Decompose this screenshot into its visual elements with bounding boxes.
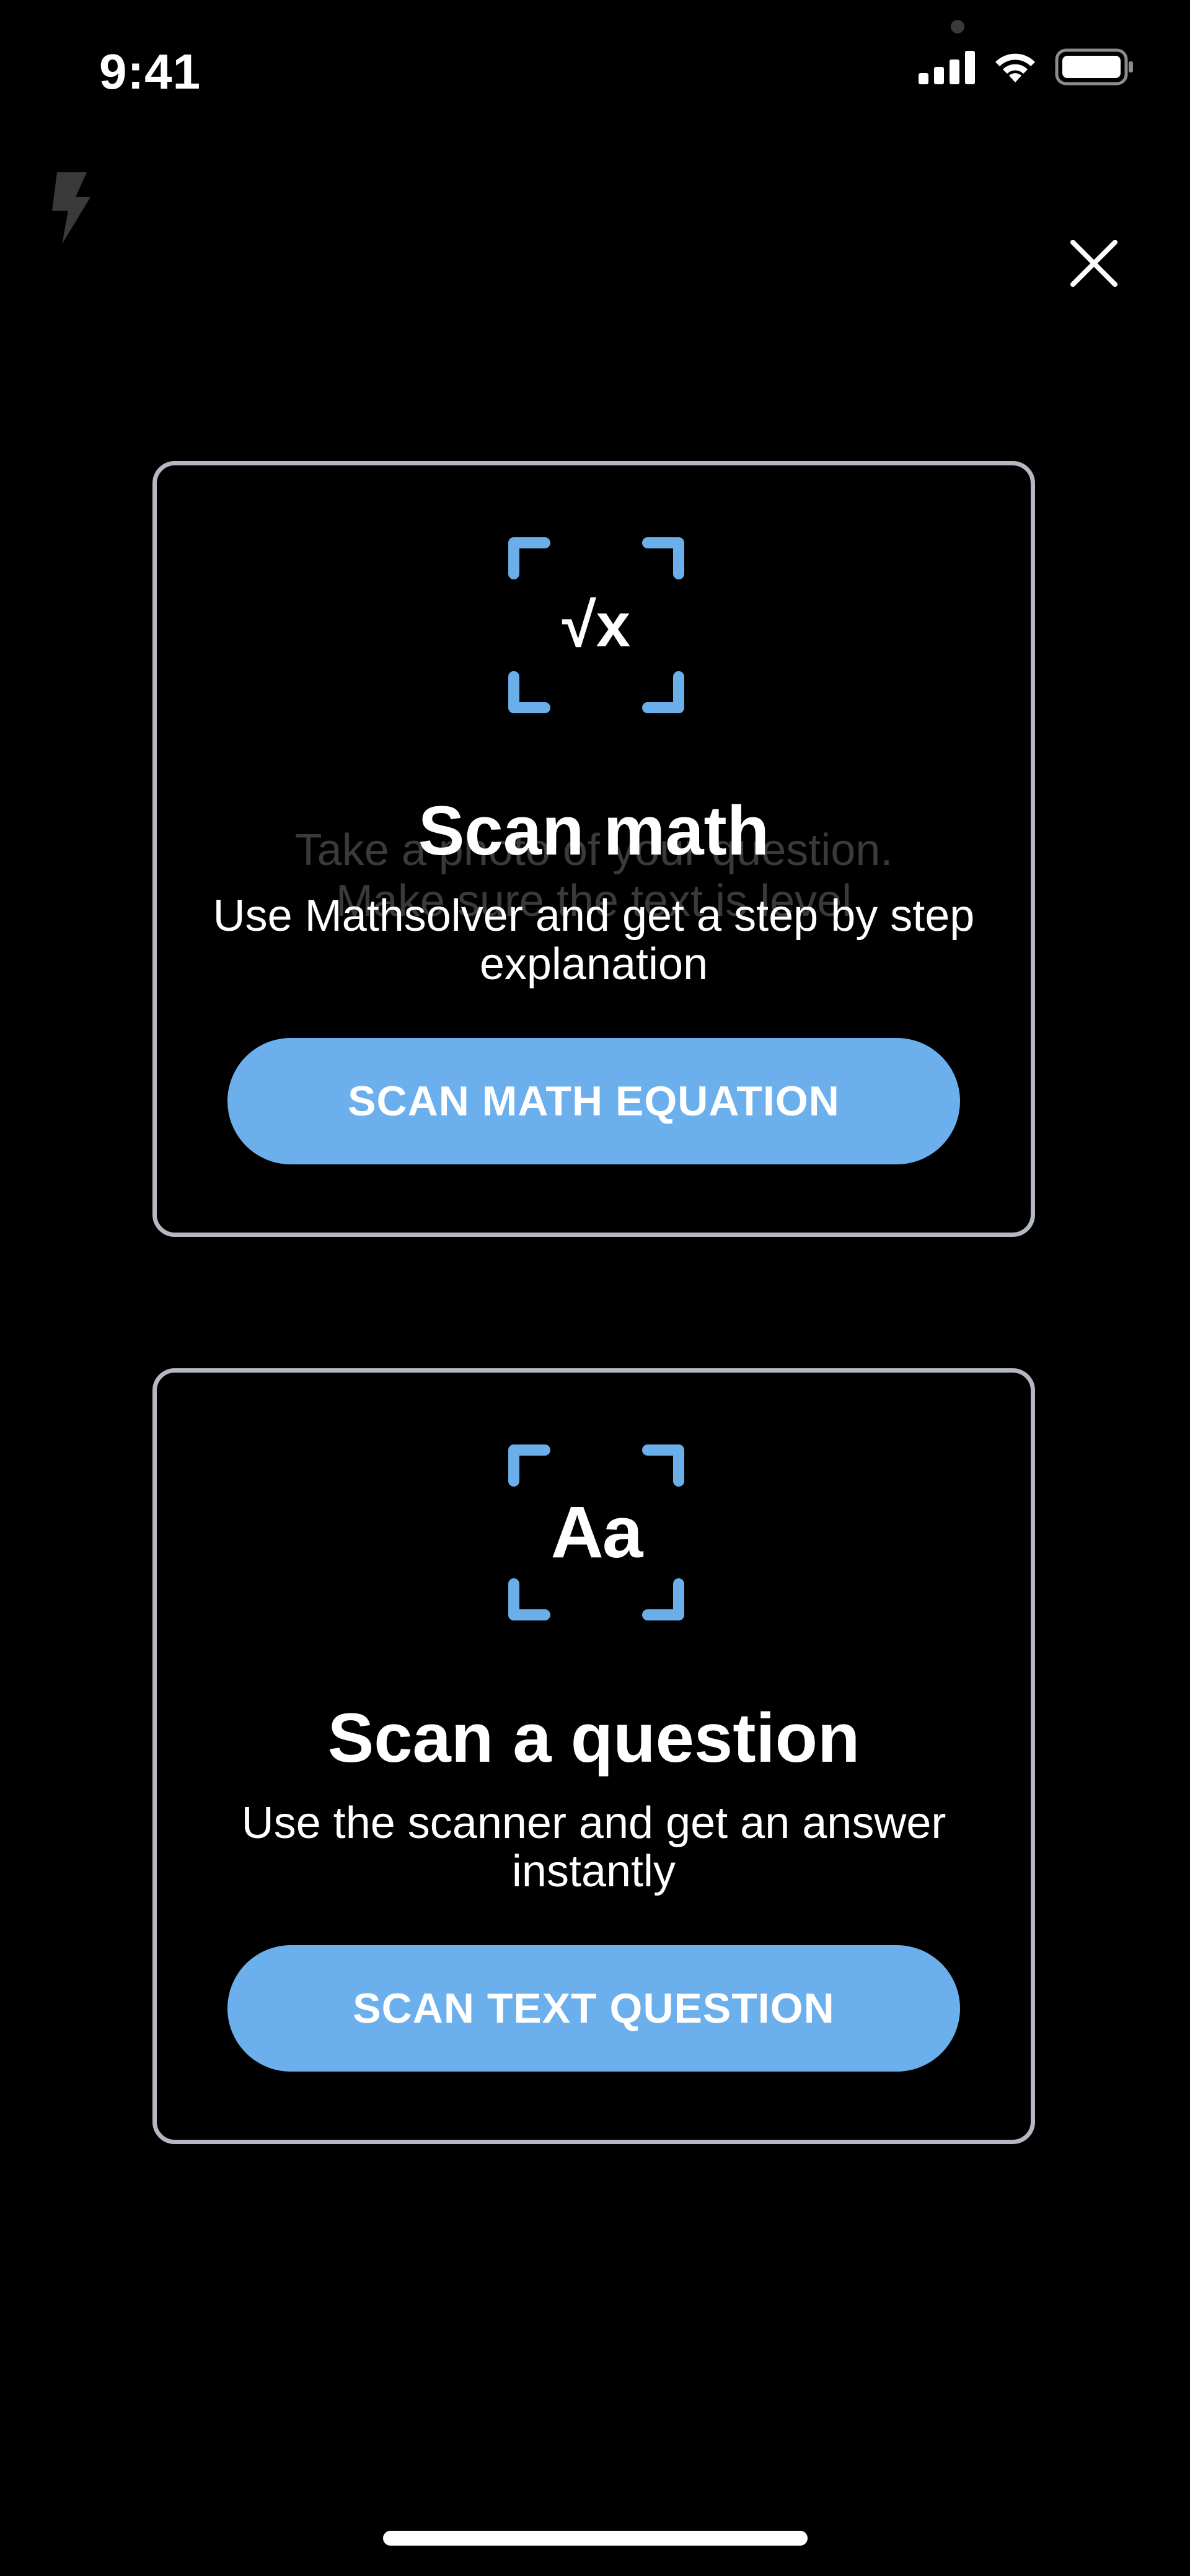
text-aa-icon: Aa xyxy=(550,1492,643,1573)
card-description: Use Mathsolver and get a step by step ex… xyxy=(213,891,975,989)
status-time: 9:41 xyxy=(99,44,201,99)
camera-dot xyxy=(951,20,964,33)
scan-text-question-button[interactable]: SCAN TEXT QUESTION xyxy=(227,1945,960,2072)
wifi-icon xyxy=(995,53,1035,82)
status-icons xyxy=(919,48,1134,86)
flash-icon xyxy=(52,172,90,244)
status-bar: 9:41 xyxy=(0,0,1190,149)
card-description: Use the scanner and get an answer instan… xyxy=(241,1798,946,1896)
flash-toggle-button[interactable] xyxy=(48,172,90,244)
close-icon xyxy=(1070,240,1117,287)
scan-math-equation-button[interactable]: SCAN MATH EQUATION xyxy=(227,1038,960,1164)
cellular-signal-icon xyxy=(919,51,975,84)
scan-frame-text: Aa xyxy=(506,1443,686,1622)
battery-icon xyxy=(1055,48,1133,86)
home-indicator[interactable] xyxy=(383,2531,808,2546)
card-title: Scan a question xyxy=(327,1699,860,1777)
close-button[interactable] xyxy=(1063,232,1125,294)
scan-question-card: Aa Scan a question Use the scanner and g… xyxy=(152,1368,1035,2144)
square-root-x-icon: √x xyxy=(562,590,631,660)
scan-frame-math: √x xyxy=(506,535,686,715)
scan-math-card: √x Take a photo of your question. Make s… xyxy=(152,461,1035,1237)
card-title: Scan math xyxy=(418,792,770,869)
